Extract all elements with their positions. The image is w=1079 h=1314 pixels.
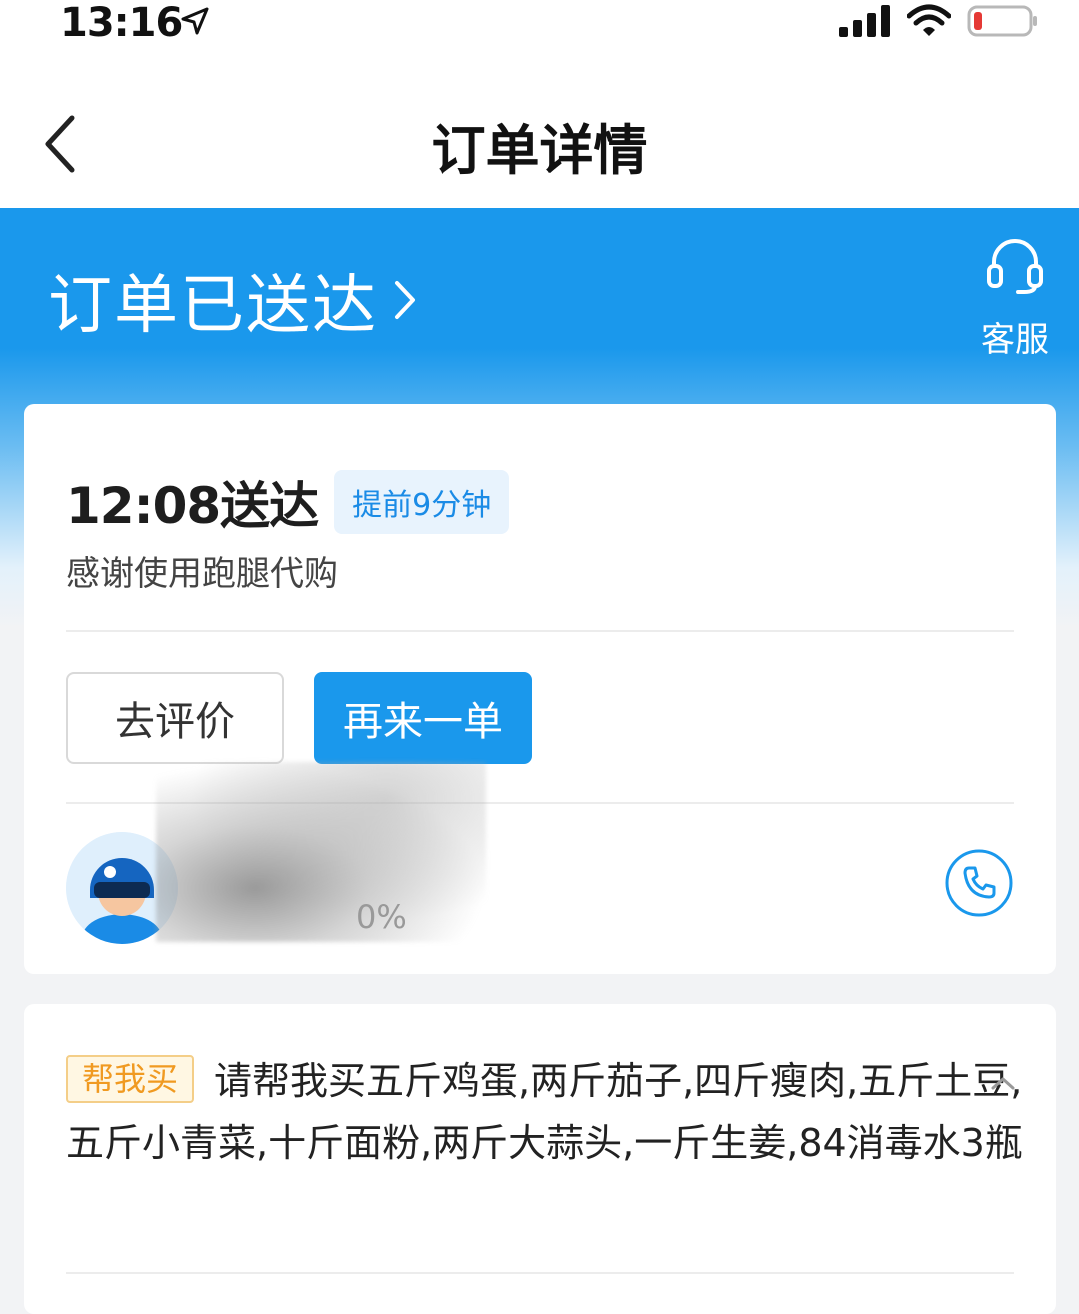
battery-low-icon xyxy=(967,5,1037,37)
nav-bar: 订单详情 xyxy=(0,60,1079,208)
rider-rating: 0% xyxy=(356,898,407,936)
headset-icon xyxy=(987,239,1043,294)
divider xyxy=(66,630,1014,632)
status-bar: 13:16 xyxy=(0,0,1079,60)
order-status-link[interactable]: 订单已送达 xyxy=(48,254,418,346)
rider-name-redaction xyxy=(156,762,486,942)
phone-icon[interactable] xyxy=(944,848,1014,918)
order-status-text: 订单已送达 xyxy=(48,269,378,343)
customer-service-button[interactable]: 客服 xyxy=(979,234,1051,361)
location-arrow-icon xyxy=(181,7,209,35)
chevron-right-icon xyxy=(395,281,415,319)
customer-service-label: 客服 xyxy=(981,320,1049,360)
order-items-card: 帮我买 请帮我买五斤鸡蛋,两斤茄子,四斤瘦肉,五斤土豆,五斤小青菜,十斤面粉,两斤… xyxy=(24,1004,1056,1314)
chevron-up-icon[interactable] xyxy=(990,1074,1016,1092)
status-time: 13:16 xyxy=(60,0,183,46)
help-buy-tag: 帮我买 xyxy=(66,1055,195,1103)
reorder-button[interactable]: 再来一单 xyxy=(314,672,532,764)
review-button[interactable]: 去评价 xyxy=(66,672,284,764)
delivered-row: 12:08送达 提前9分钟 xyxy=(66,466,510,538)
rider-row: 0% xyxy=(66,762,1014,944)
status-indicators xyxy=(839,4,1039,38)
order-item-description-row: 帮我买 请帮我买五斤鸡蛋,两斤茄子,四斤瘦肉,五斤土豆,五斤小青菜,十斤面粉,两斤… xyxy=(66,1050,1026,1174)
early-badge: 提前9分钟 xyxy=(334,470,510,534)
cellular-signal-icon xyxy=(839,5,890,37)
thanks-text: 感谢使用跑腿代购 xyxy=(66,554,338,594)
page-title: 订单详情 xyxy=(431,119,648,182)
delivery-card: 12:08送达 提前9分钟 感谢使用跑腿代购 去评价 再来一单 0% xyxy=(24,404,1056,974)
wifi-icon xyxy=(907,4,951,36)
divider xyxy=(66,1272,1014,1274)
delivered-time: 12:08送达 xyxy=(66,477,319,535)
order-item-description: 请帮我买五斤鸡蛋,两斤茄子,四斤瘦肉,五斤土豆,五斤小青菜,十斤面粉,两斤大蒜头… xyxy=(66,1059,1023,1165)
